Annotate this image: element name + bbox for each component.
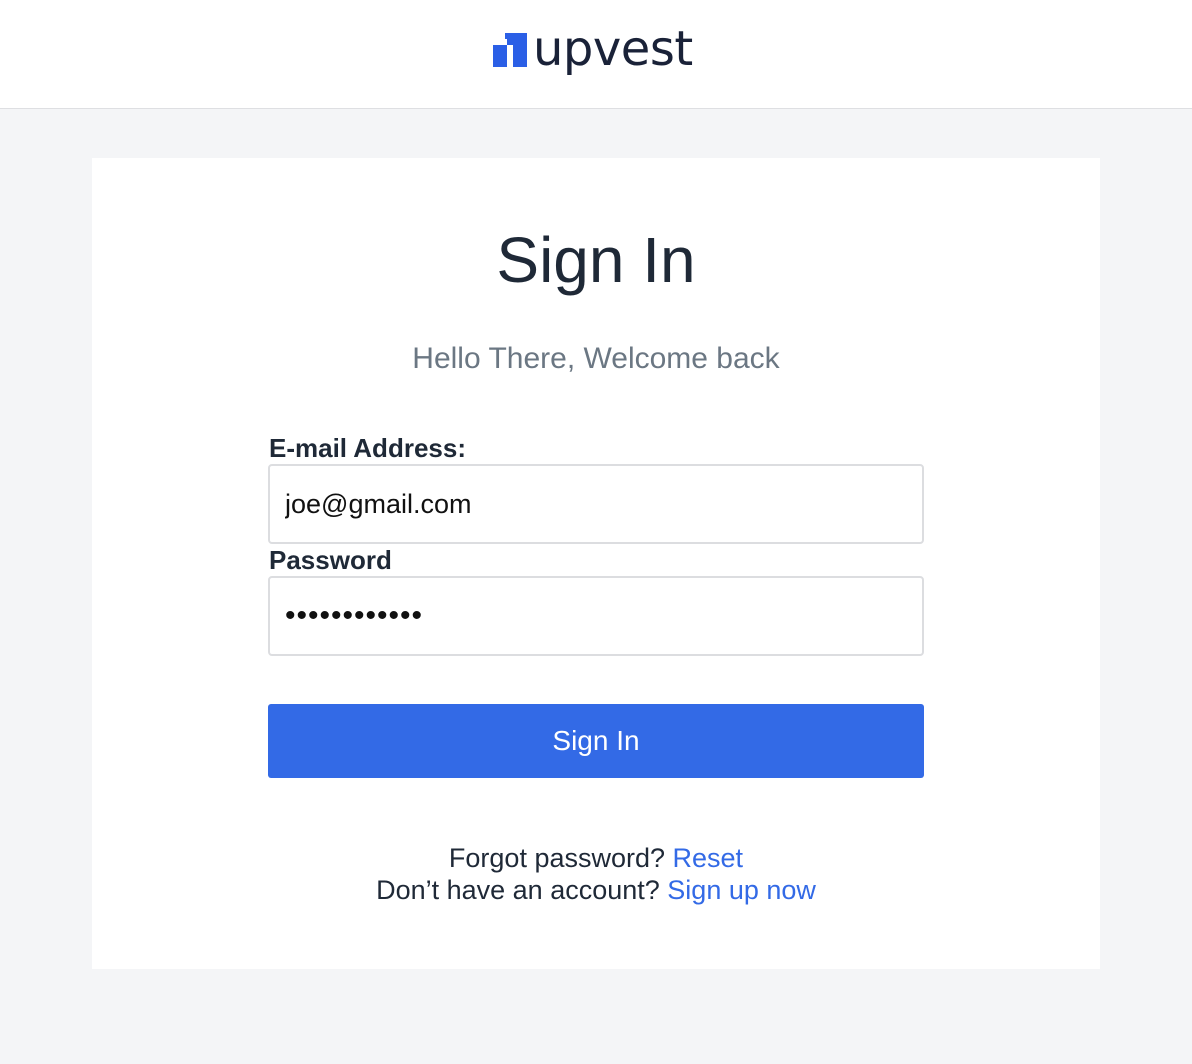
password-label: Password [269, 545, 392, 575]
upvest-logo[interactable]: upvest [493, 25, 693, 85]
forgot-password-text: Forgot password? [448, 843, 666, 873]
sign-up-link[interactable]: Sign up now [667, 875, 816, 905]
forgot-password-line: Forgot password? Reset [0, 842, 1192, 874]
email-field[interactable] [268, 464, 924, 544]
logo-wordmark: upvest [533, 21, 693, 77]
password-field[interactable] [268, 576, 924, 656]
top-header: upvest [0, 0, 1192, 109]
signup-line: Don’t have an account? Sign up now [0, 874, 1192, 906]
email-label: E-mail Address: [269, 433, 466, 463]
page-title: Sign In [496, 224, 696, 296]
sign-in-button[interactable]: Sign In [268, 704, 924, 778]
signup-text: Don’t have an account? [376, 875, 660, 905]
upvest-logo-icon [493, 33, 527, 67]
welcome-subtitle: Hello There, Welcome back [412, 342, 780, 375]
reset-link[interactable]: Reset [673, 843, 744, 873]
